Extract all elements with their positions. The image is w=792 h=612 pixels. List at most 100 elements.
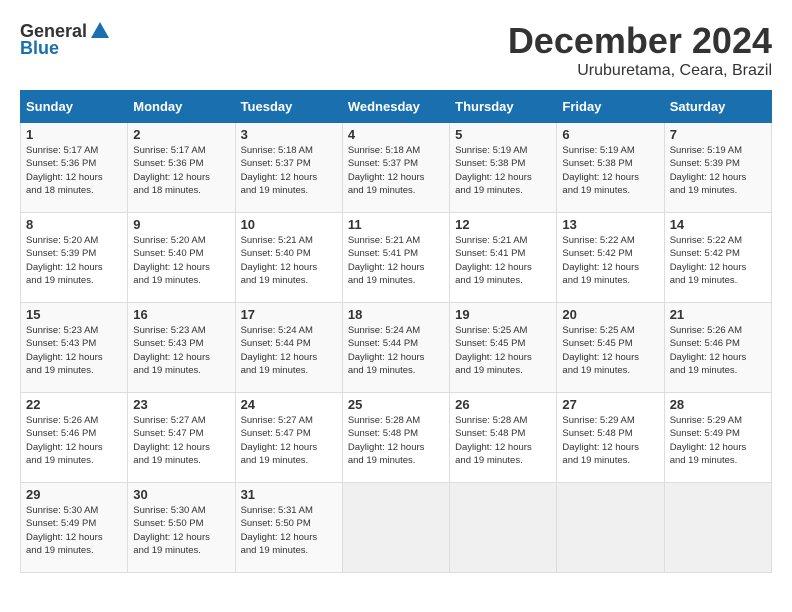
table-row: 8 Sunrise: 5:20 AMSunset: 5:39 PMDayligh…	[21, 213, 128, 303]
day-info: Sunrise: 5:27 AMSunset: 5:47 PMDaylight:…	[133, 415, 210, 466]
table-row: 24 Sunrise: 5:27 AMSunset: 5:47 PMDaylig…	[235, 393, 342, 483]
table-row: 18 Sunrise: 5:24 AMSunset: 5:44 PMDaylig…	[342, 303, 449, 393]
calendar-table: Sunday Monday Tuesday Wednesday Thursday…	[20, 90, 772, 573]
logo-blue: Blue	[20, 38, 59, 59]
day-number: 16	[133, 307, 229, 322]
logo: General Blue	[20, 20, 111, 59]
table-row: 21 Sunrise: 5:26 AMSunset: 5:46 PMDaylig…	[664, 303, 771, 393]
title-area: December 2024 Uruburetama, Ceara, Brazil	[508, 20, 772, 80]
day-number: 1	[26, 127, 122, 142]
day-info: Sunrise: 5:19 AMSunset: 5:39 PMDaylight:…	[670, 145, 747, 196]
table-row: 28 Sunrise: 5:29 AMSunset: 5:49 PMDaylig…	[664, 393, 771, 483]
day-number: 15	[26, 307, 122, 322]
calendar-week-row: 8 Sunrise: 5:20 AMSunset: 5:39 PMDayligh…	[21, 213, 772, 303]
day-number: 22	[26, 397, 122, 412]
calendar-header-row: Sunday Monday Tuesday Wednesday Thursday…	[21, 91, 772, 123]
day-info: Sunrise: 5:22 AMSunset: 5:42 PMDaylight:…	[670, 235, 747, 286]
day-number: 12	[455, 217, 551, 232]
header-monday: Monday	[128, 91, 235, 123]
table-row: 20 Sunrise: 5:25 AMSunset: 5:45 PMDaylig…	[557, 303, 664, 393]
day-number: 29	[26, 487, 122, 502]
day-number: 13	[562, 217, 658, 232]
day-number: 26	[455, 397, 551, 412]
month-title: December 2024	[508, 20, 772, 62]
day-info: Sunrise: 5:31 AMSunset: 5:50 PMDaylight:…	[241, 505, 318, 556]
table-row: 4 Sunrise: 5:18 AMSunset: 5:37 PMDayligh…	[342, 123, 449, 213]
day-info: Sunrise: 5:17 AMSunset: 5:36 PMDaylight:…	[133, 145, 210, 196]
day-number: 6	[562, 127, 658, 142]
day-info: Sunrise: 5:17 AMSunset: 5:36 PMDaylight:…	[26, 145, 103, 196]
table-row: 1 Sunrise: 5:17 AMSunset: 5:36 PMDayligh…	[21, 123, 128, 213]
table-row	[664, 483, 771, 573]
day-number: 21	[670, 307, 766, 322]
table-row: 10 Sunrise: 5:21 AMSunset: 5:40 PMDaylig…	[235, 213, 342, 303]
header-sunday: Sunday	[21, 91, 128, 123]
day-number: 23	[133, 397, 229, 412]
day-number: 14	[670, 217, 766, 232]
table-row: 9 Sunrise: 5:20 AMSunset: 5:40 PMDayligh…	[128, 213, 235, 303]
table-row: 25 Sunrise: 5:28 AMSunset: 5:48 PMDaylig…	[342, 393, 449, 483]
table-row: 23 Sunrise: 5:27 AMSunset: 5:47 PMDaylig…	[128, 393, 235, 483]
header-tuesday: Tuesday	[235, 91, 342, 123]
table-row: 16 Sunrise: 5:23 AMSunset: 5:43 PMDaylig…	[128, 303, 235, 393]
day-number: 27	[562, 397, 658, 412]
day-info: Sunrise: 5:26 AMSunset: 5:46 PMDaylight:…	[26, 415, 103, 466]
header-wednesday: Wednesday	[342, 91, 449, 123]
day-number: 2	[133, 127, 229, 142]
day-number: 5	[455, 127, 551, 142]
day-info: Sunrise: 5:26 AMSunset: 5:46 PMDaylight:…	[670, 325, 747, 376]
calendar-week-row: 1 Sunrise: 5:17 AMSunset: 5:36 PMDayligh…	[21, 123, 772, 213]
day-info: Sunrise: 5:19 AMSunset: 5:38 PMDaylight:…	[455, 145, 532, 196]
day-info: Sunrise: 5:28 AMSunset: 5:48 PMDaylight:…	[455, 415, 532, 466]
calendar-week-row: 22 Sunrise: 5:26 AMSunset: 5:46 PMDaylig…	[21, 393, 772, 483]
location: Uruburetama, Ceara, Brazil	[508, 62, 772, 80]
day-number: 11	[348, 217, 444, 232]
day-number: 9	[133, 217, 229, 232]
table-row: 2 Sunrise: 5:17 AMSunset: 5:36 PMDayligh…	[128, 123, 235, 213]
day-number: 30	[133, 487, 229, 502]
table-row: 29 Sunrise: 5:30 AMSunset: 5:49 PMDaylig…	[21, 483, 128, 573]
header-friday: Friday	[557, 91, 664, 123]
table-row: 12 Sunrise: 5:21 AMSunset: 5:41 PMDaylig…	[450, 213, 557, 303]
calendar-week-row: 29 Sunrise: 5:30 AMSunset: 5:49 PMDaylig…	[21, 483, 772, 573]
day-number: 17	[241, 307, 337, 322]
table-row: 15 Sunrise: 5:23 AMSunset: 5:43 PMDaylig…	[21, 303, 128, 393]
day-number: 28	[670, 397, 766, 412]
day-number: 24	[241, 397, 337, 412]
day-number: 4	[348, 127, 444, 142]
table-row: 13 Sunrise: 5:22 AMSunset: 5:42 PMDaylig…	[557, 213, 664, 303]
table-row	[342, 483, 449, 573]
day-info: Sunrise: 5:30 AMSunset: 5:50 PMDaylight:…	[133, 505, 210, 556]
table-row: 3 Sunrise: 5:18 AMSunset: 5:37 PMDayligh…	[235, 123, 342, 213]
day-info: Sunrise: 5:25 AMSunset: 5:45 PMDaylight:…	[562, 325, 639, 376]
day-info: Sunrise: 5:28 AMSunset: 5:48 PMDaylight:…	[348, 415, 425, 466]
day-info: Sunrise: 5:18 AMSunset: 5:37 PMDaylight:…	[241, 145, 318, 196]
day-info: Sunrise: 5:21 AMSunset: 5:40 PMDaylight:…	[241, 235, 318, 286]
header-thursday: Thursday	[450, 91, 557, 123]
table-row: 26 Sunrise: 5:28 AMSunset: 5:48 PMDaylig…	[450, 393, 557, 483]
day-info: Sunrise: 5:24 AMSunset: 5:44 PMDaylight:…	[241, 325, 318, 376]
header-saturday: Saturday	[664, 91, 771, 123]
day-info: Sunrise: 5:18 AMSunset: 5:37 PMDaylight:…	[348, 145, 425, 196]
day-number: 10	[241, 217, 337, 232]
day-info: Sunrise: 5:19 AMSunset: 5:38 PMDaylight:…	[562, 145, 639, 196]
table-row	[557, 483, 664, 573]
day-number: 31	[241, 487, 337, 502]
header: General Blue December 2024 Uruburetama, …	[20, 20, 772, 80]
day-info: Sunrise: 5:21 AMSunset: 5:41 PMDaylight:…	[455, 235, 532, 286]
day-number: 19	[455, 307, 551, 322]
logo-icon	[89, 20, 111, 42]
day-info: Sunrise: 5:25 AMSunset: 5:45 PMDaylight:…	[455, 325, 532, 376]
day-info: Sunrise: 5:27 AMSunset: 5:47 PMDaylight:…	[241, 415, 318, 466]
day-info: Sunrise: 5:23 AMSunset: 5:43 PMDaylight:…	[26, 325, 103, 376]
table-row	[450, 483, 557, 573]
day-number: 18	[348, 307, 444, 322]
day-number: 7	[670, 127, 766, 142]
table-row: 17 Sunrise: 5:24 AMSunset: 5:44 PMDaylig…	[235, 303, 342, 393]
table-row: 22 Sunrise: 5:26 AMSunset: 5:46 PMDaylig…	[21, 393, 128, 483]
day-info: Sunrise: 5:29 AMSunset: 5:49 PMDaylight:…	[670, 415, 747, 466]
table-row: 5 Sunrise: 5:19 AMSunset: 5:38 PMDayligh…	[450, 123, 557, 213]
day-number: 25	[348, 397, 444, 412]
day-info: Sunrise: 5:29 AMSunset: 5:48 PMDaylight:…	[562, 415, 639, 466]
day-info: Sunrise: 5:24 AMSunset: 5:44 PMDaylight:…	[348, 325, 425, 376]
